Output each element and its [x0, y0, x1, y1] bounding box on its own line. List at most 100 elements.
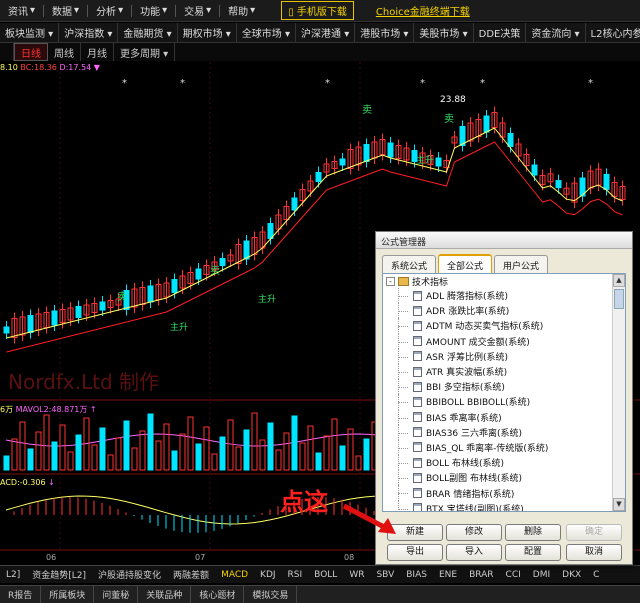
watermark: Nordfx.Ltd 制作 — [8, 370, 160, 394]
bottom-tab-sectors[interactable]: 所属板块 — [41, 586, 95, 603]
folder-icon — [398, 276, 409, 286]
indicator-tab[interactable]: ENE — [433, 566, 463, 583]
indicator-tab[interactable]: C — [587, 566, 605, 583]
volume-bar — [59, 424, 66, 471]
candle — [27, 315, 34, 333]
tab-more-periods[interactable]: 更多周期 ▾ — [114, 43, 176, 61]
scroll-up-icon[interactable]: ▲ — [613, 274, 625, 287]
candle — [531, 164, 538, 176]
nav-item[interactable]: DDE决策 — [474, 23, 527, 42]
formula-label: BIAS36 三六乖离(系统) — [426, 428, 523, 439]
indicator-tab[interactable]: DKX — [556, 566, 587, 583]
bottom-tab-themes[interactable]: 核心题材 — [191, 586, 245, 603]
nav-item[interactable]: 沪深港通 ▾ — [296, 23, 356, 42]
candle — [603, 173, 610, 190]
bottom-tab-ask-secretary[interactable]: 问董秘 — [94, 586, 139, 603]
indicator-tab[interactable]: L2] — [0, 566, 26, 583]
menu-function[interactable]: 功能 ▾ — [132, 3, 175, 18]
formula-item[interactable]: BRAR 情绪指标(系统) — [383, 485, 625, 501]
bottom-tab-report[interactable]: R报告 — [0, 586, 42, 603]
formula-item[interactable]: ATR 真实波幅(系统) — [383, 363, 625, 380]
menu-data[interactable]: 数据 ▾ — [44, 3, 87, 18]
formula-tree[interactable]: - 技术指标 ADL 腾落指标(系统) ADR 涨跌比率(系统) ADTM 动态买卖… — [382, 273, 626, 512]
volume-bar — [155, 440, 162, 471]
indicator-tab[interactable]: KDJ — [254, 566, 282, 583]
menu-help[interactable]: 帮助 ▾ — [220, 3, 263, 18]
indicator-tab[interactable]: 沪股通持股变化 — [92, 566, 167, 583]
tree-root-technical[interactable]: - 技术指标 — [383, 274, 625, 288]
formula-item[interactable]: ASR 浮筹比例(系统) — [383, 348, 625, 365]
indicator-tab[interactable]: RSI — [282, 566, 309, 583]
formula-item[interactable]: BIAS36 三六乖离(系统) — [383, 424, 625, 441]
volume-bar — [27, 448, 34, 471]
nav-item[interactable]: 港股市场 ▾ — [355, 23, 415, 42]
formula-item[interactable]: BBI 多空指标(系统) — [383, 379, 625, 395]
formula-item[interactable]: ADL 腾落指标(系统) — [383, 288, 625, 304]
volume-bar — [235, 446, 242, 471]
formula-label: ADTM 动态买卖气指标(系统) — [426, 322, 544, 333]
indicator-tab[interactable]: BRAR — [463, 566, 499, 583]
import-button[interactable]: 导入 — [446, 544, 502, 561]
nav-item[interactable]: 期权市场 ▾ — [178, 23, 237, 42]
tab-weekly[interactable]: 周线 — [48, 43, 81, 61]
tab-monthly[interactable]: 月线 — [81, 43, 114, 61]
menu-trade[interactable]: 交易 ▾ — [176, 3, 219, 18]
star-mark: * — [180, 78, 185, 89]
mobile-download-button[interactable]: ▯ 手机版下载 — [281, 1, 354, 20]
indicator-tab[interactable]: SBV — [370, 566, 400, 583]
candle — [51, 310, 58, 326]
edit-formula-button[interactable]: 修改 — [446, 524, 502, 541]
formula-doc-icon — [413, 503, 422, 511]
formula-label: BOLL副图 布林线(系统) — [426, 474, 523, 485]
nav-item[interactable]: 全球市场 ▾ — [237, 23, 297, 42]
menu-analysis[interactable]: 分析 ▾ — [88, 3, 131, 18]
indicator-tab[interactable]: BOLL — [308, 566, 343, 583]
indicator-tab[interactable]: 资金趋势[L2] — [26, 566, 92, 583]
rise-mark: 主升 — [258, 293, 276, 305]
scroll-thumb[interactable] — [614, 289, 624, 309]
bottom-tab-related[interactable]: 关联品种 — [138, 586, 192, 603]
indicator-tab[interactable]: CCI — [500, 566, 527, 583]
nav-item[interactable]: L2核心内参 — [586, 23, 640, 42]
volume-bar — [91, 444, 98, 471]
formula-item[interactable]: BIAS 乖离率(系统) — [383, 409, 625, 425]
tab-daily[interactable]: 日线 — [14, 43, 48, 61]
volume-bar — [211, 453, 218, 471]
indicator-tab-macd[interactable]: MACD — [215, 566, 254, 583]
scroll-down-icon[interactable]: ▼ — [613, 498, 625, 511]
formula-doc-icon — [413, 472, 422, 483]
indicator-tab[interactable]: WR — [343, 566, 370, 583]
nav-item[interactable]: 资金流向 ▾ — [526, 23, 586, 42]
export-button[interactable]: 导出 — [387, 544, 443, 561]
choice-download-link[interactable]: Choice金融终端下载 — [376, 3, 470, 18]
month-label: 07 — [195, 553, 206, 562]
nav-item[interactable]: 金融期货 ▾ — [118, 23, 178, 42]
period-tabs: 日线 周线 月线 更多周期 ▾ — [0, 43, 640, 61]
star-mark: * — [420, 78, 425, 89]
volume-bar — [43, 414, 50, 471]
indicator-tab[interactable]: DMI — [527, 566, 556, 583]
ok-button[interactable]: 确定 — [566, 524, 622, 541]
candle — [171, 279, 178, 293]
formula-item[interactable]: ADTM 动态买卖气指标(系统) — [383, 318, 625, 334]
formula-item[interactable]: BOLL 布林线(系统) — [383, 455, 625, 471]
nav-item[interactable]: 板块监测 ▾ — [0, 23, 60, 42]
indicator-tab[interactable]: 两融差额 — [167, 566, 215, 583]
tree-scrollbar[interactable]: ▲ ▼ — [612, 274, 625, 511]
menu-news[interactable]: 资讯 ▾ — [0, 3, 43, 18]
bottom-tab-sim-trade[interactable]: 模拟交易 — [244, 586, 298, 603]
cancel-button[interactable]: 取消 — [566, 544, 622, 561]
indicator-tab[interactable]: BIAS — [400, 566, 433, 583]
config-button[interactable]: 配置 — [505, 544, 561, 561]
formula-item[interactable]: AMOUNT 成交金额(系统) — [383, 333, 625, 349]
collapse-icon[interactable]: - — [386, 276, 395, 286]
tab-all-formulas[interactable]: 全部公式 — [438, 254, 493, 275]
formula-item[interactable]: BIAS_QL 乖离率-传统版(系统) — [383, 439, 625, 456]
nav-item[interactable]: 美股市场 ▾ — [414, 23, 474, 42]
formula-item[interactable]: BOLL副图 布林线(系统) — [383, 470, 625, 486]
formula-item[interactable]: ADR 涨跌比率(系统) — [383, 303, 625, 319]
delete-formula-button[interactable]: 删除 — [505, 524, 561, 541]
formula-item[interactable]: BTX 宝塔线(副图)(系统) — [383, 500, 625, 511]
formula-item[interactable]: BBIBOLL BBIBOLL(系统) — [383, 394, 625, 410]
nav-item[interactable]: 沪深指数 ▾ — [59, 23, 119, 42]
